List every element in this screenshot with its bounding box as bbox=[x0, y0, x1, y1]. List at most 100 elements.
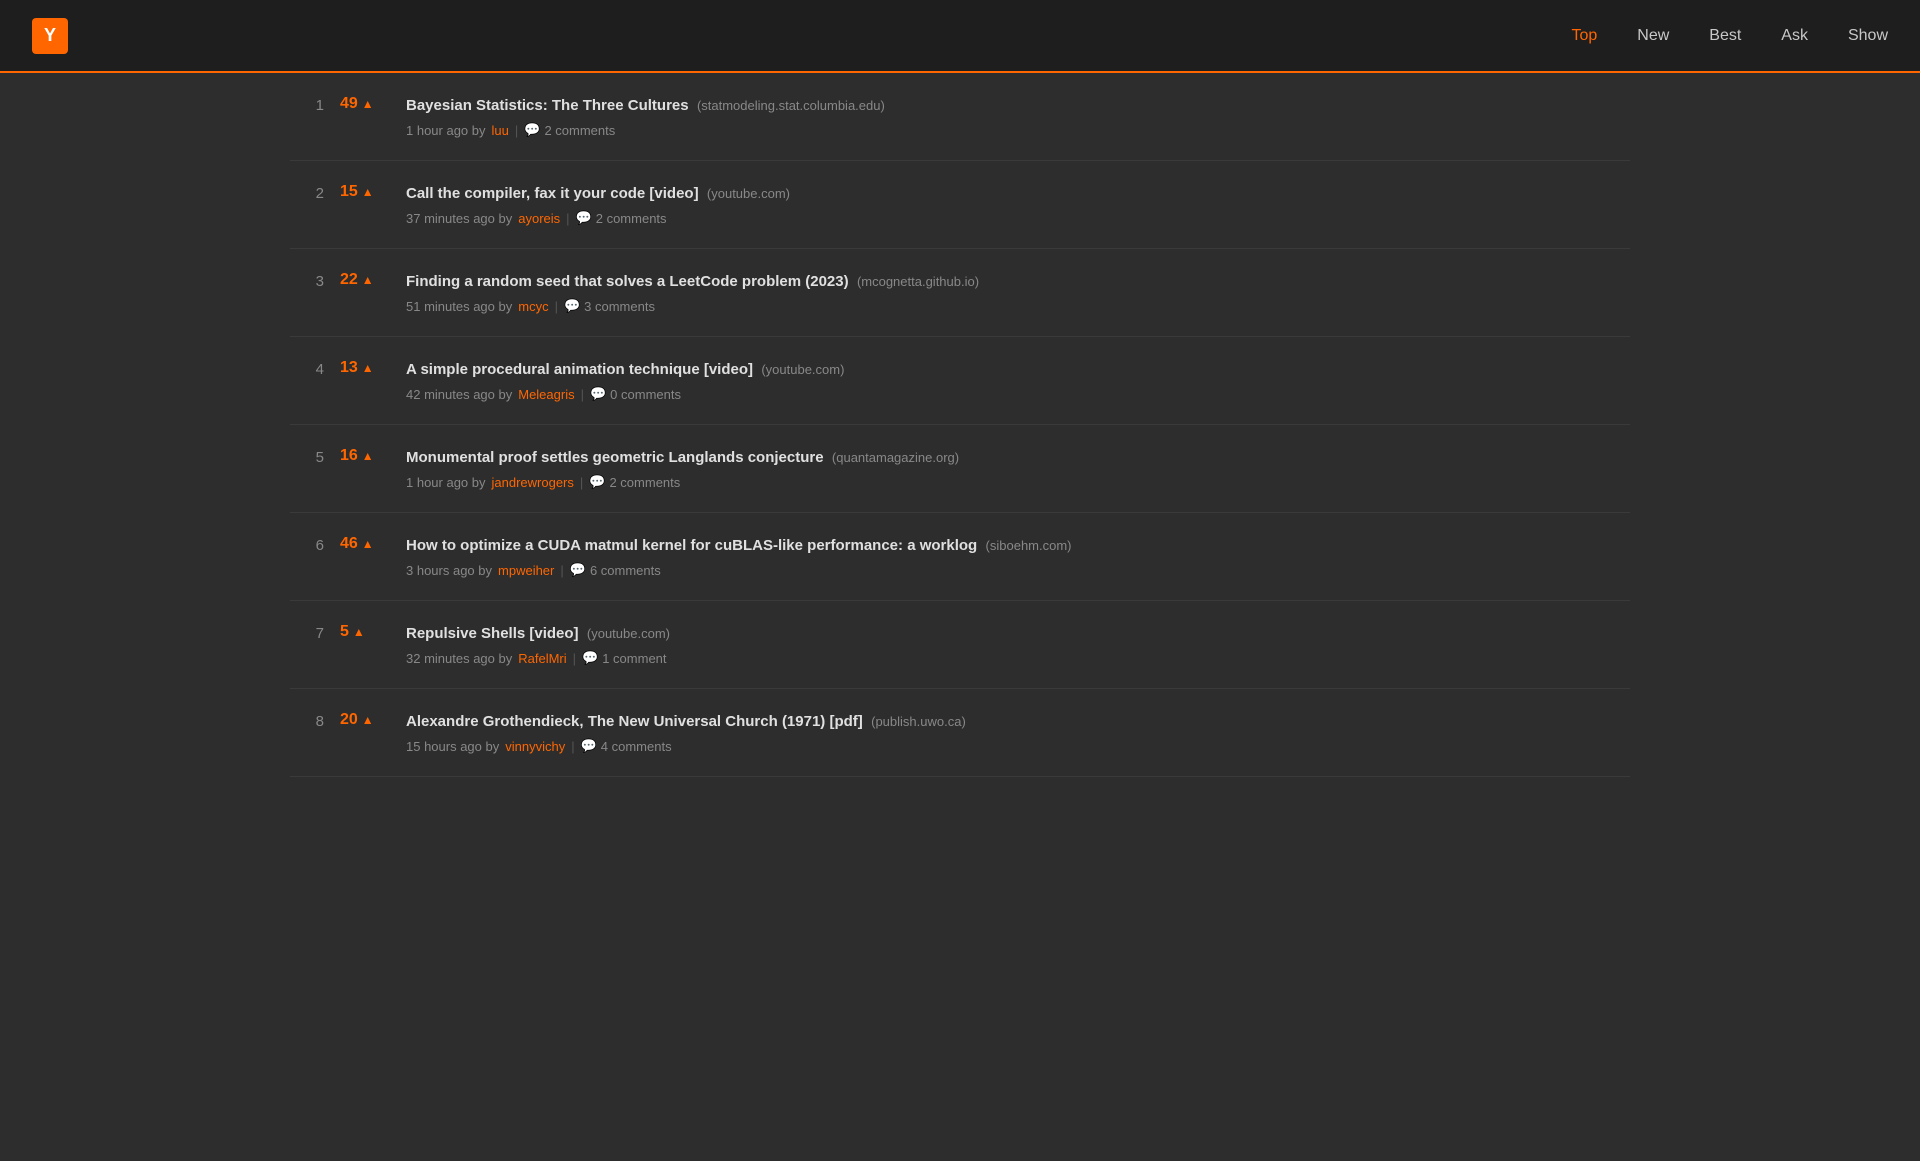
story-score[interactable]: 20 ▲ bbox=[340, 711, 390, 729]
story-rank: 1 bbox=[306, 95, 324, 114]
story-meta: 51 minutes ago by mcyc | 💬 3 comments bbox=[406, 298, 1614, 314]
story-score[interactable]: 13 ▲ bbox=[340, 359, 390, 377]
nav-new[interactable]: New bbox=[1637, 27, 1669, 45]
story-score[interactable]: 49 ▲ bbox=[340, 95, 390, 113]
story-rank: 7 bbox=[306, 623, 324, 642]
story-domain: (youtube.com) bbox=[761, 362, 844, 377]
story-rank: 4 bbox=[306, 359, 324, 378]
meta-divider: | bbox=[580, 475, 583, 490]
nav-show[interactable]: Show bbox=[1848, 27, 1888, 45]
story-rank: 8 bbox=[306, 711, 324, 730]
comment-count: 3 comments bbox=[584, 299, 655, 314]
story-meta: 1 hour ago by jandrewrogers | 💬 2 commen… bbox=[406, 474, 1614, 490]
upvote-arrow-icon[interactable]: ▲ bbox=[362, 98, 374, 110]
score-number: 16 bbox=[340, 447, 358, 465]
main-nav: Top New Best Ask Show bbox=[1571, 27, 1888, 45]
story-time: 51 minutes ago by bbox=[406, 299, 512, 314]
story-score[interactable]: 5 ▲ bbox=[340, 623, 390, 641]
story-author[interactable]: jandrewrogers bbox=[492, 475, 574, 490]
story-author[interactable]: luu bbox=[492, 123, 509, 138]
story-comments[interactable]: 💬 1 comment bbox=[582, 650, 667, 666]
story-author[interactable]: ayoreis bbox=[518, 211, 560, 226]
story-comments[interactable]: 💬 4 comments bbox=[581, 738, 672, 754]
story-title[interactable]: Call the compiler, fax it your code [vid… bbox=[406, 183, 1614, 204]
story-comments[interactable]: 💬 2 comments bbox=[576, 210, 667, 226]
nav-ask[interactable]: Ask bbox=[1781, 27, 1808, 45]
story-title[interactable]: Bayesian Statistics: The Three Cultures … bbox=[406, 95, 1614, 116]
meta-divider: | bbox=[555, 299, 558, 314]
story-score[interactable]: 46 ▲ bbox=[340, 535, 390, 553]
story-comments[interactable]: 💬 6 comments bbox=[570, 562, 661, 578]
header-logo[interactable]: Y bbox=[32, 18, 68, 54]
story-score[interactable]: 16 ▲ bbox=[340, 447, 390, 465]
story-domain: (youtube.com) bbox=[707, 186, 790, 201]
story-comments[interactable]: 💬 2 comments bbox=[589, 474, 680, 490]
comment-icon: 💬 bbox=[581, 738, 597, 754]
story-time: 37 minutes ago by bbox=[406, 211, 512, 226]
nav-best[interactable]: Best bbox=[1709, 27, 1741, 45]
story-content: Call the compiler, fax it your code [vid… bbox=[406, 183, 1614, 226]
meta-divider: | bbox=[515, 123, 518, 138]
story-author[interactable]: Meleagris bbox=[518, 387, 574, 402]
story-title[interactable]: Alexandre Grothendieck, The New Universa… bbox=[406, 711, 1614, 732]
story-meta: 1 hour ago by luu | 💬 2 comments bbox=[406, 122, 1614, 138]
score-number: 49 bbox=[340, 95, 358, 113]
comment-count: 4 comments bbox=[601, 739, 672, 754]
story-item: 4 13 ▲ A simple procedural animation tec… bbox=[290, 337, 1630, 425]
hn-logo-icon: Y bbox=[32, 18, 68, 54]
story-content: How to optimize a CUDA matmul kernel for… bbox=[406, 535, 1614, 578]
upvote-arrow-icon[interactable]: ▲ bbox=[362, 538, 374, 550]
story-domain: (siboehm.com) bbox=[986, 538, 1072, 553]
upvote-arrow-icon[interactable]: ▲ bbox=[362, 186, 374, 198]
comment-count: 2 comments bbox=[544, 123, 615, 138]
story-comments[interactable]: 💬 2 comments bbox=[524, 122, 615, 138]
story-item: 7 5 ▲ Repulsive Shells [video] (youtube.… bbox=[290, 601, 1630, 689]
story-score[interactable]: 22 ▲ bbox=[340, 271, 390, 289]
meta-divider: | bbox=[571, 739, 574, 754]
upvote-arrow-icon[interactable]: ▲ bbox=[362, 274, 374, 286]
story-meta: 15 hours ago by vinnyvichy | 💬 4 comment… bbox=[406, 738, 1614, 754]
story-content: A simple procedural animation technique … bbox=[406, 359, 1614, 402]
comment-icon: 💬 bbox=[590, 386, 606, 402]
story-item: 1 49 ▲ Bayesian Statistics: The Three Cu… bbox=[290, 73, 1630, 161]
story-item: 2 15 ▲ Call the compiler, fax it your co… bbox=[290, 161, 1630, 249]
story-domain: (publish.uwo.ca) bbox=[871, 714, 966, 729]
comment-icon: 💬 bbox=[589, 474, 605, 490]
comment-icon: 💬 bbox=[576, 210, 592, 226]
story-meta: 3 hours ago by mpweiher | 💬 6 comments bbox=[406, 562, 1614, 578]
story-item: 3 22 ▲ Finding a random seed that solves… bbox=[290, 249, 1630, 337]
story-comments[interactable]: 💬 0 comments bbox=[590, 386, 681, 402]
story-author[interactable]: vinnyvichy bbox=[505, 739, 565, 754]
comment-icon: 💬 bbox=[524, 122, 540, 138]
comment-count: 0 comments bbox=[610, 387, 681, 402]
story-author[interactable]: RafelMri bbox=[518, 651, 566, 666]
story-domain: (mcognetta.github.io) bbox=[857, 274, 979, 289]
story-title[interactable]: Monumental proof settles geometric Langl… bbox=[406, 447, 1614, 468]
story-title[interactable]: A simple procedural animation technique … bbox=[406, 359, 1614, 380]
story-content: Monumental proof settles geometric Langl… bbox=[406, 447, 1614, 490]
nav-top[interactable]: Top bbox=[1571, 27, 1597, 45]
upvote-arrow-icon[interactable]: ▲ bbox=[362, 450, 374, 462]
upvote-arrow-icon[interactable]: ▲ bbox=[362, 362, 374, 374]
story-title[interactable]: How to optimize a CUDA matmul kernel for… bbox=[406, 535, 1614, 556]
story-list: 1 49 ▲ Bayesian Statistics: The Three Cu… bbox=[290, 73, 1630, 777]
comment-count: 1 comment bbox=[602, 651, 666, 666]
story-title[interactable]: Finding a random seed that solves a Leet… bbox=[406, 271, 1614, 292]
story-score[interactable]: 15 ▲ bbox=[340, 183, 390, 201]
upvote-arrow-icon[interactable]: ▲ bbox=[362, 714, 374, 726]
story-content: Repulsive Shells [video] (youtube.com) 3… bbox=[406, 623, 1614, 666]
story-author[interactable]: mcyc bbox=[518, 299, 548, 314]
score-number: 46 bbox=[340, 535, 358, 553]
story-domain: (statmodeling.stat.columbia.edu) bbox=[697, 98, 885, 113]
story-comments[interactable]: 💬 3 comments bbox=[564, 298, 655, 314]
story-meta: 37 minutes ago by ayoreis | 💬 2 comments bbox=[406, 210, 1614, 226]
story-rank: 6 bbox=[306, 535, 324, 554]
score-number: 15 bbox=[340, 183, 358, 201]
story-item: 5 16 ▲ Monumental proof settles geometri… bbox=[290, 425, 1630, 513]
upvote-arrow-icon[interactable]: ▲ bbox=[353, 626, 365, 638]
story-content: Alexandre Grothendieck, The New Universa… bbox=[406, 711, 1614, 754]
story-title[interactable]: Repulsive Shells [video] (youtube.com) bbox=[406, 623, 1614, 644]
score-number: 13 bbox=[340, 359, 358, 377]
story-author[interactable]: mpweiher bbox=[498, 563, 554, 578]
comment-icon: 💬 bbox=[570, 562, 586, 578]
